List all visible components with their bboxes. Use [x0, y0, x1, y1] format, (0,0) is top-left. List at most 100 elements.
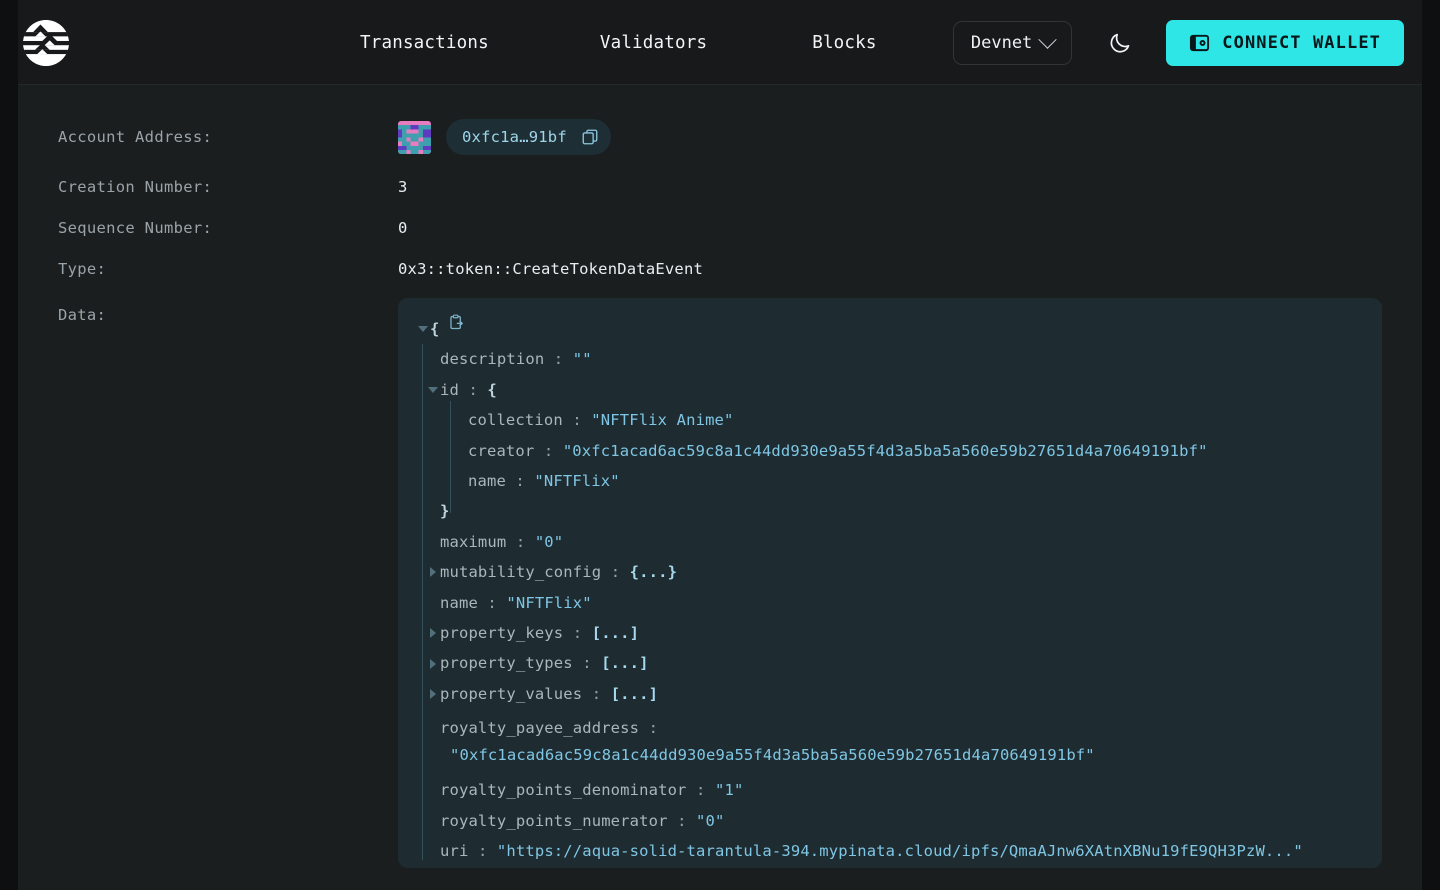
triangle-right-icon: [430, 567, 436, 578]
json-key-name: name: [440, 593, 478, 612]
json-line-royalty-payee-address: royalty_payee_address : "0xfc1acad6ac59c…: [416, 715, 1364, 769]
json-value-creator: "0xfc1acad6ac59c8a1c44dd930e9a55f4d3a5ba…: [562, 441, 1208, 460]
header-actions: Devnet CONNECT WALLET: [952, 0, 1404, 85]
json-toggle-root[interactable]: [416, 314, 430, 344]
field-label-account-address: Account Address:: [58, 128, 213, 146]
json-sep: :: [487, 593, 497, 612]
field-type: Type: 0x3::token::CreateTokenDataEvent: [58, 257, 1382, 278]
json-value-mutability-config: {...}: [629, 563, 678, 582]
json-key-maximum: maximum: [440, 532, 507, 551]
json-toggle-placeholder: [426, 496, 440, 526]
account-address-chip[interactable]: 0xfc1a…91bf: [446, 119, 611, 155]
json-line-mutability-config: mutability_config : {...}: [416, 557, 1364, 587]
json-line-id: id : {: [416, 375, 1364, 405]
json-toggle-placeholder: [454, 405, 468, 435]
field-value-type: 0x3::token::CreateTokenDataEvent: [398, 260, 704, 278]
json-key-creator: creator: [468, 441, 535, 460]
account-address-text: 0xfc1a…91bf: [462, 128, 567, 146]
field-label-creation-number: Creation Number:: [58, 178, 213, 196]
json-value-collection: "NFTFlix Anime": [591, 411, 734, 430]
json-sep: :: [468, 380, 478, 399]
moon-icon: [1110, 33, 1130, 52]
json-key-mutability-config: mutability_config: [440, 563, 602, 582]
identicon-avatar: [398, 120, 431, 154]
json-key-property-values: property_values: [440, 684, 583, 703]
json-line-collection: collection : "NFTFlix Anime": [416, 405, 1364, 435]
field-account-address: Account Address: 0xfc1a…91bf: [58, 117, 1382, 157]
nav-link-transactions[interactable]: Transactions: [360, 33, 489, 53]
json-key-uri: uri: [440, 842, 469, 861]
json-sep: :: [477, 842, 488, 861]
json-toggle-placeholder: [454, 436, 468, 466]
triangle-right-icon: [430, 658, 436, 669]
field-data: Data: {description: "" id: {collecti…: [58, 298, 1382, 868]
field-label-type: Type:: [58, 260, 107, 278]
json-toggle-placeholder: [426, 527, 440, 557]
json-line-id-name: name : "NFTFlix": [416, 466, 1364, 496]
json-key-collection: collection: [468, 411, 563, 430]
json-open-brace: {: [430, 320, 440, 338]
network-selector-label: Devnet: [970, 32, 1033, 53]
json-line-creator: creator : "0xfc1acad6ac59c8a1c44dd930e9a…: [416, 436, 1364, 466]
wallet-icon: [1190, 34, 1210, 52]
field-sequence-number: Sequence Number: 0: [58, 216, 1382, 237]
json-line-royalty-points-denominator: royalty_points_denominator : "1": [416, 775, 1364, 805]
json-value-description: "": [572, 350, 592, 369]
json-value-property-values: [...]: [610, 684, 659, 703]
json-key-royalty-payee-address: royalty_payee_address: [440, 719, 640, 738]
json-line-property-keys: property_keys : [...]: [416, 618, 1364, 648]
json-sep: :: [582, 654, 592, 673]
json-line-id-close: }: [416, 496, 1364, 526]
nav-link-blocks[interactable]: Blocks: [812, 33, 876, 53]
json-line-root-open: {: [416, 314, 1364, 344]
triangle-down-icon: [418, 326, 428, 333]
json-line-description: description : "": [416, 344, 1364, 374]
json-toggle-placeholder: [426, 715, 440, 745]
aptos-logo[interactable]: [22, 19, 70, 67]
json-toggle-placeholder: [454, 466, 468, 496]
json-line-royalty-points-numerator: royalty_points_numerator : "0": [416, 806, 1364, 836]
nav-link-validators[interactable]: Validators: [600, 33, 707, 53]
json-sep: :: [677, 811, 687, 830]
json-line-property-types: property_types : [...]: [416, 648, 1364, 678]
clipboard-copy-icon[interactable]: [448, 314, 465, 331]
page-frame: Transactions Validators Blocks Devnet CO…: [18, 0, 1422, 890]
triangle-down-icon: [428, 387, 438, 393]
network-selector[interactable]: Devnet: [952, 20, 1073, 65]
json-sep: :: [591, 684, 602, 703]
json-key-id-name: name: [468, 472, 506, 491]
json-sep: :: [515, 532, 526, 551]
site-header: Transactions Validators Blocks Devnet CO…: [18, 0, 1422, 85]
json-line-name: name : "NFTFlix": [416, 588, 1364, 618]
json-key-royalty-points-denominator: royalty_points_denominator: [440, 781, 687, 800]
json-value-maximum: "0": [534, 532, 564, 551]
json-value-royalty-points-denominator: "1": [714, 781, 744, 800]
theme-toggle-button[interactable]: [1098, 21, 1142, 65]
json-sep: :: [696, 781, 706, 800]
json-toggle-mutability-config[interactable]: [426, 557, 440, 587]
json-toggle-placeholder: [426, 588, 440, 618]
json-value-uri: "https://aqua-solid-tarantula-394.mypina…: [496, 842, 1303, 861]
json-toggle-id[interactable]: [426, 375, 440, 405]
json-sep: :: [515, 472, 525, 491]
json-viewer-panel: { description : "" id: {collection: "…: [398, 298, 1382, 868]
json-value-royalty-payee-address: "0xfc1acad6ac59c8a1c44dd930e9a55f4d3a5ba…: [450, 746, 1095, 765]
connect-wallet-button[interactable]: CONNECT WALLET: [1166, 19, 1404, 66]
json-key-description: description: [440, 350, 545, 369]
json-guide-id: [450, 401, 451, 513]
copy-icon[interactable]: [581, 128, 599, 146]
json-toggle-property-keys[interactable]: [426, 618, 440, 648]
json-line-root-close: }: [416, 867, 1364, 869]
connect-wallet-label: CONNECT WALLET: [1222, 32, 1381, 53]
json-toggle-property-types[interactable]: [426, 648, 440, 678]
json-toggle-property-values[interactable]: [426, 679, 440, 709]
json-sep: :: [610, 563, 621, 582]
json-sep: :: [572, 624, 583, 643]
triangle-right-icon: [430, 628, 436, 639]
json-sep: :: [572, 411, 582, 430]
json-value-royalty-points-numerator: "0": [696, 811, 725, 830]
json-value-property-types: [...]: [601, 654, 649, 673]
json-line-uri: uri : "https://aqua-solid-tarantula-394.…: [416, 836, 1364, 866]
json-toggle-placeholder: [426, 775, 440, 805]
json-line-maximum: maximum : "0": [416, 527, 1364, 557]
